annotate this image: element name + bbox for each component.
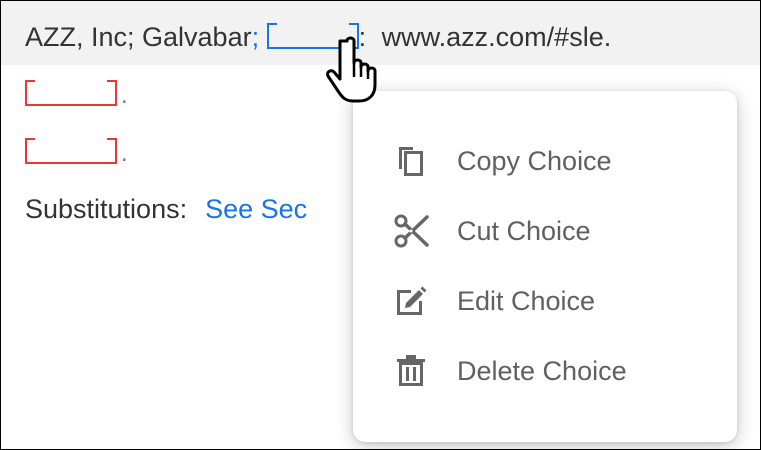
empty-choice-blank[interactable] bbox=[25, 80, 117, 106]
period: . bbox=[121, 140, 128, 167]
trash-icon bbox=[391, 351, 431, 391]
document-frame: AZZ, Inc; Galvabar; : www.azz.com/#sle. … bbox=[0, 0, 761, 450]
menu-item-label: Delete Choice bbox=[457, 355, 627, 386]
edit-icon bbox=[391, 281, 431, 321]
substitutions-label: Substitutions: bbox=[25, 194, 188, 224]
menu-item-label: Cut Choice bbox=[457, 215, 591, 246]
context-menu: Copy Choice Cut Choice Edit Choice Delet… bbox=[353, 91, 737, 442]
menu-item-cut-choice[interactable]: Cut Choice bbox=[353, 196, 737, 266]
highlighted-line: AZZ, Inc; Galvabar; : www.azz.com/#sle. bbox=[1, 1, 760, 65]
period: . bbox=[121, 82, 128, 109]
manufacturer-text: AZZ, Inc; Galvabar bbox=[25, 22, 252, 52]
see-section-link[interactable]: See Sec bbox=[205, 194, 307, 224]
copy-icon bbox=[391, 141, 431, 181]
menu-item-edit-choice[interactable]: Edit Choice bbox=[353, 266, 737, 336]
menu-item-delete-choice[interactable]: Delete Choice bbox=[353, 336, 737, 406]
active-choice-blank[interactable] bbox=[266, 23, 359, 49]
menu-item-label: Edit Choice bbox=[457, 285, 596, 316]
separator: ; bbox=[251, 22, 260, 52]
scissors-icon bbox=[391, 211, 431, 251]
empty-choice-blank[interactable] bbox=[25, 138, 117, 164]
menu-item-label: Copy Choice bbox=[457, 145, 612, 176]
url-text: www.azz.com/#sle. bbox=[381, 22, 612, 52]
menu-item-copy-choice[interactable]: Copy Choice bbox=[353, 126, 737, 196]
colon: : bbox=[358, 22, 367, 52]
